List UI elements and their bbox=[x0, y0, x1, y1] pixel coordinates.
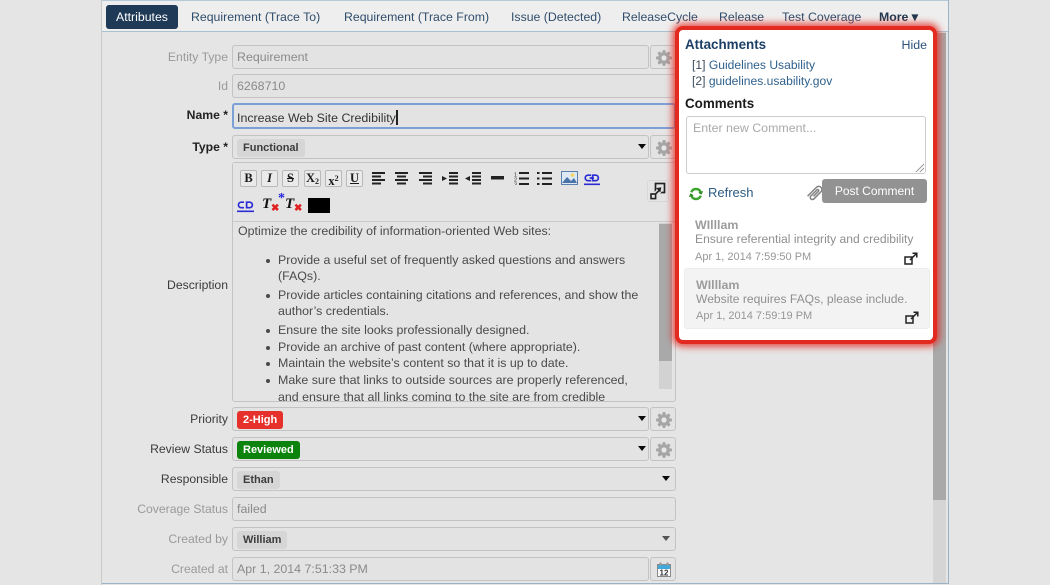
svg-text:3: 3 bbox=[514, 183, 517, 186]
svg-text:12: 12 bbox=[660, 569, 669, 578]
